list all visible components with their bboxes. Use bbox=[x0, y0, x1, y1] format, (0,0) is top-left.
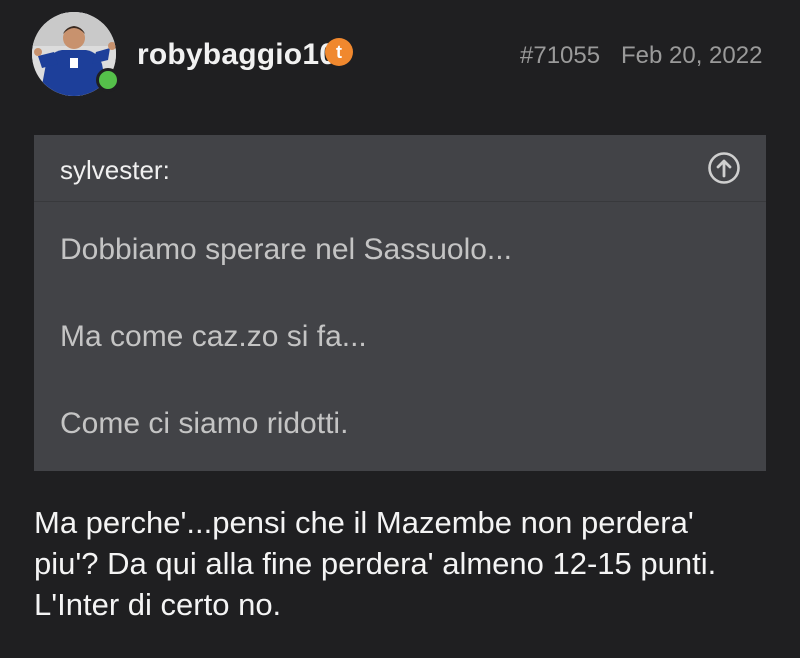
post-body-line: piu'? Da qui alla fine perdera' almeno 1… bbox=[34, 546, 717, 581]
quote-line: Dobbiamo sperare nel Sassuolo... bbox=[60, 233, 512, 266]
arrow-up-circle-icon[interactable] bbox=[707, 151, 741, 185]
post-date[interactable]: Feb 20, 2022 bbox=[621, 42, 762, 70]
user-badge-icon[interactable]: t bbox=[325, 38, 353, 66]
quote-header: sylvester: bbox=[34, 135, 766, 202]
post-body-line: Ma perche'...pensi che il Mazembe non pe… bbox=[34, 505, 694, 540]
quote-block: sylvester: Dobbiamo sperare nel Sassuolo… bbox=[34, 135, 766, 471]
post-number-link[interactable]: #71055 bbox=[520, 42, 600, 70]
quote-author[interactable]: sylvester: bbox=[60, 155, 170, 186]
online-status-indicator bbox=[96, 68, 120, 92]
forum-post: robybaggio10 t #71055 Feb 20, 2022 sylve… bbox=[0, 0, 800, 658]
quote-line: Come ci siamo ridotti. bbox=[60, 407, 349, 440]
username-link[interactable]: robybaggio10 bbox=[137, 38, 336, 72]
quote-line: Ma come caz.zo si fa... bbox=[60, 320, 367, 353]
post-body-line: L'Inter di certo no. bbox=[34, 587, 282, 622]
